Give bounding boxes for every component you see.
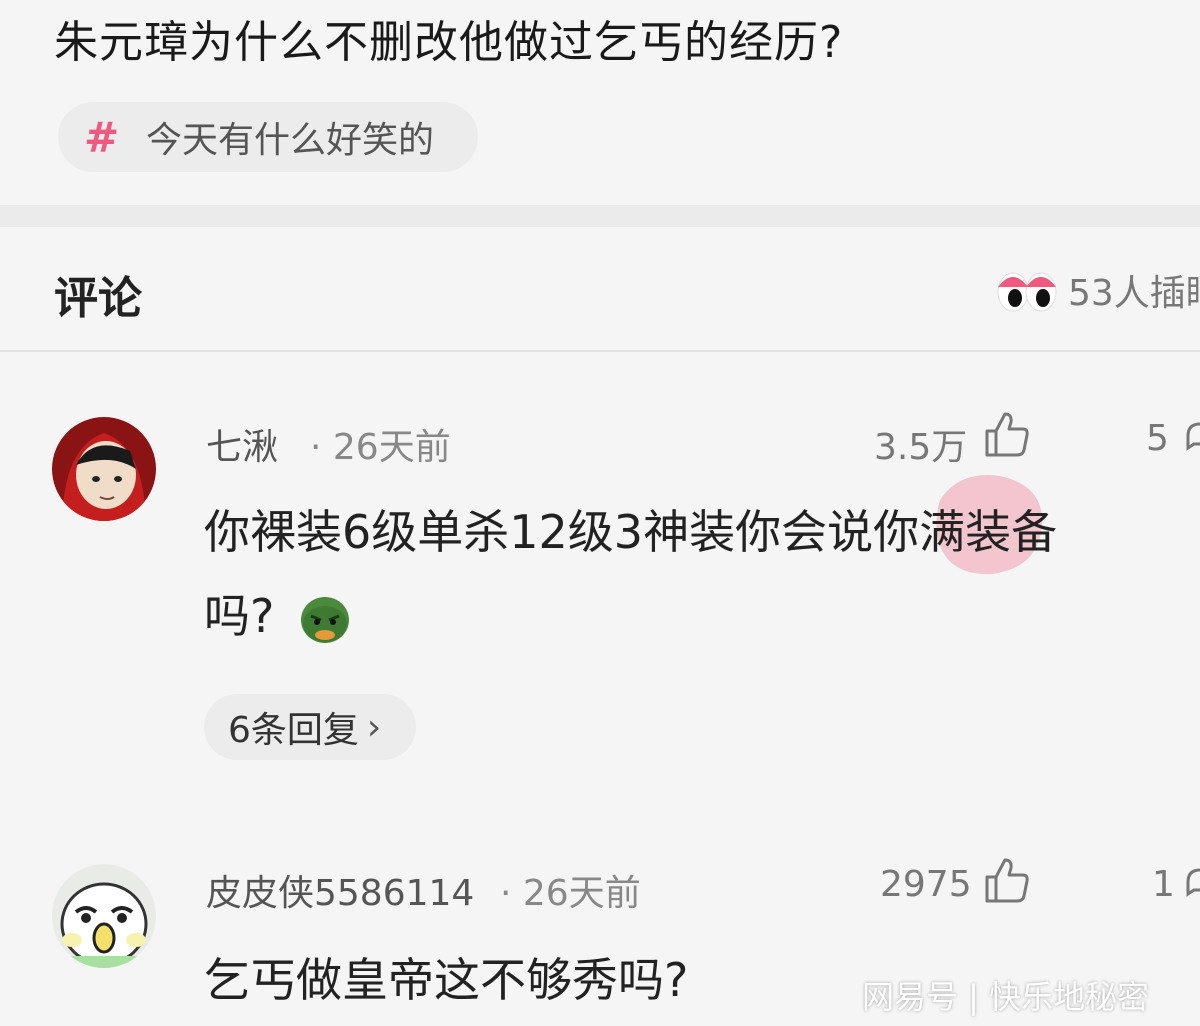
avatar-image: [52, 864, 156, 968]
chevron-right-icon: ›: [366, 706, 382, 748]
reply-count: 1: [1152, 864, 1175, 905]
comment-username[interactable]: 七湫: [206, 418, 278, 470]
avatar-image: [52, 417, 156, 521]
comments-title: 评论: [54, 273, 142, 324]
thumbs-up-icon[interactable]: [984, 856, 1030, 904]
header-divider: [0, 350, 1200, 352]
comment-username[interactable]: 皮皮侠5586114: [206, 864, 474, 916]
source-watermark: 网易号 | 快乐地秘密: [862, 978, 1150, 1016]
comment-bubble-icon[interactable]: [1184, 866, 1200, 906]
question-title: 朱元璋为什么不删改他做过乞丐的经历?: [54, 17, 844, 68]
section-divider: [0, 205, 1200, 227]
thumbs-up-icon[interactable]: [984, 410, 1030, 458]
like-count: 3.5万: [874, 427, 968, 468]
view-replies-button[interactable]: 6条回复 ›: [204, 694, 416, 760]
comment-text-line-2: 吗?: [204, 574, 351, 658]
comment-text-line: 你裸装6级单杀12级3神装你会说你满装备: [204, 505, 1058, 559]
like-count: 2975: [880, 864, 972, 905]
topic-label: 今天有什么好笑的: [146, 120, 435, 161]
comment-text-line: 乞丐做皇帝这不够秀吗?: [204, 953, 689, 1007]
insert-count: 53人插眼: [1068, 273, 1200, 314]
comment-bubble-icon[interactable]: [1184, 420, 1200, 460]
comment-time: · 26天前: [500, 873, 641, 914]
frog-emoji-icon: [301, 596, 350, 643]
topic-tag[interactable]: # 今天有什么好笑的: [58, 102, 478, 172]
insert-eye-button[interactable]: 53人插眼: [996, 262, 1200, 318]
avatar[interactable]: [52, 864, 156, 968]
hash-icon: #: [84, 112, 120, 162]
comment-time: · 26天前: [310, 427, 451, 468]
view-replies-label: 6条回复: [228, 710, 359, 751]
avatar[interactable]: [52, 417, 156, 521]
comment-text-end: 吗?: [204, 589, 275, 643]
eyes-icon: [997, 272, 1057, 312]
reply-count: 5: [1146, 418, 1169, 459]
